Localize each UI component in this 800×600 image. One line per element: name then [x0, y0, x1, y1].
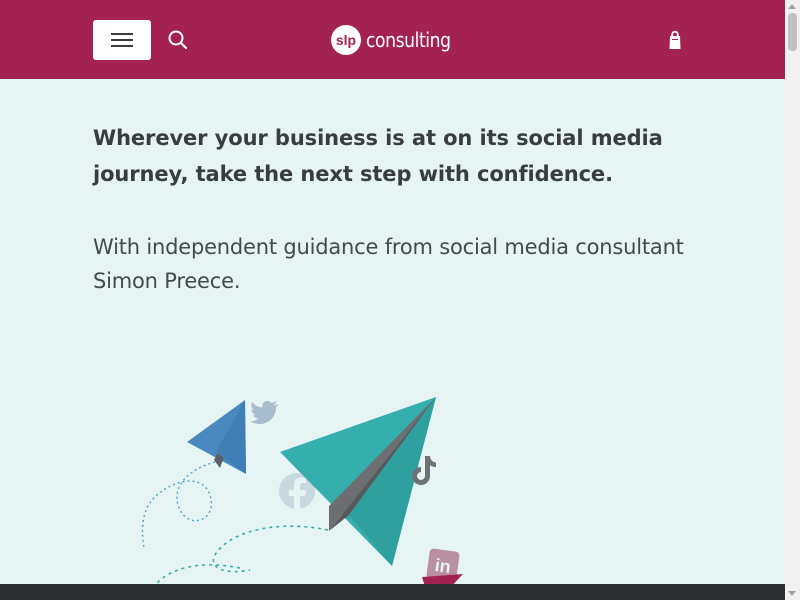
slp-logo-mark: slp: [331, 25, 361, 55]
scroll-thumb[interactable]: [788, 13, 797, 51]
menu-button[interactable]: [93, 20, 151, 60]
small-paper-plane: [187, 400, 246, 474]
svg-text:in: in: [434, 555, 453, 577]
logo-text: consulting: [366, 28, 451, 52]
site-header: slp consulting: [0, 0, 785, 79]
scrollbar[interactable]: [785, 0, 800, 600]
large-plane-trail-lower: [154, 564, 241, 586]
scroll-up-arrow-icon[interactable]: [788, 4, 796, 9]
search-button[interactable]: [166, 28, 190, 52]
hero-subline: With independent guidance from social me…: [93, 235, 684, 293]
scroll-down-arrow-icon[interactable]: [788, 591, 796, 596]
shopping-bag-icon: [669, 30, 681, 49]
small-plane-trail: [141, 461, 216, 549]
paper-planes-illustration: in: [130, 390, 490, 590]
search-icon: [168, 30, 188, 50]
cart-button[interactable]: [663, 28, 687, 52]
footer-bar: [0, 584, 785, 600]
large-plane-trail: [212, 525, 329, 573]
site-logo[interactable]: slp consulting: [330, 22, 464, 58]
svg-text:slp: slp: [336, 32, 356, 48]
hero-headline: Wherever your business is at on its soci…: [93, 126, 663, 186]
twitter-icon: [250, 400, 278, 424]
